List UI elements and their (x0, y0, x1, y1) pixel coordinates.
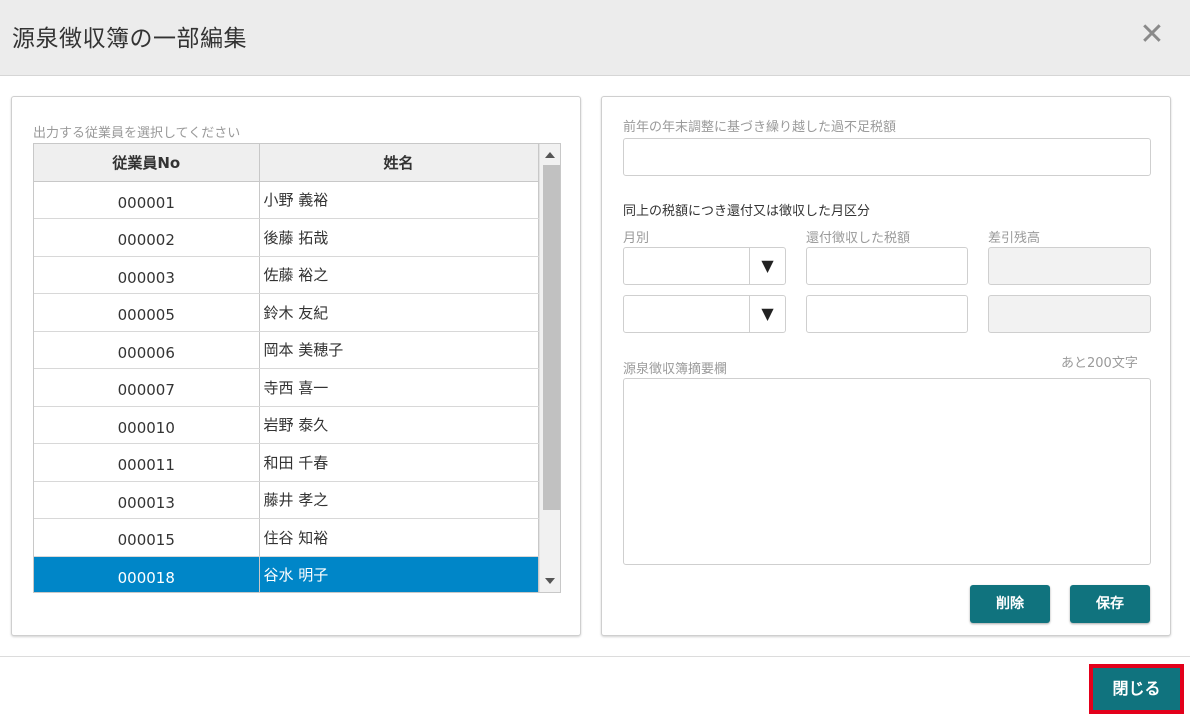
employee-name-cell[interactable]: 和田 千春 (259, 443, 539, 482)
scrollbar-thumb[interactable] (543, 165, 560, 510)
summary-char-counter: あと200文字 (1061, 356, 1138, 371)
employee-name-cell[interactable]: 寺西 喜一 (259, 368, 539, 407)
employee-no-cell[interactable]: 000010 (34, 406, 260, 444)
dialog-title: 源泉徴収簿の一部編集 (12, 26, 247, 52)
table-row[interactable]: 000018 谷水 明子 (34, 556, 539, 592)
employee-no-cell[interactable]: 000011 (34, 443, 260, 482)
table-scrollbar[interactable] (539, 144, 560, 592)
employee-name-cell[interactable]: 鈴木 友紀 (259, 293, 539, 332)
scroll-up-icon[interactable] (545, 152, 555, 158)
employee-no-cell[interactable]: 000015 (34, 518, 260, 557)
table-row[interactable]: 000011 和田 千春 (34, 443, 539, 482)
employee-name-cell[interactable]: 後藤 拓哉 (259, 218, 539, 257)
employee-table: 従業員No 姓名 000001 小野 義裕 000002 後藤 拓哉 000003 佐藤 … (34, 144, 539, 592)
table-header-row: 従業員No 姓名 (34, 144, 539, 182)
refund-amount-input-1[interactable] (806, 247, 968, 285)
employee-no-cell[interactable]: 000013 (34, 481, 260, 519)
employee-no-cell[interactable]: 000005 (34, 293, 260, 332)
month-column-label: 月別 (623, 231, 650, 246)
employee-table-body: 000001 小野 義裕 000002 後藤 拓哉 000003 佐藤 裕之 000005 鈴… (34, 181, 539, 592)
month-section-label: 同上の税額につき還付又は徴収した月区分 (623, 204, 871, 219)
month-select-2[interactable]: ▼ (623, 295, 786, 333)
delete-button[interactable]: 削除 (970, 585, 1050, 623)
close-button[interactable]: 閉じる (1089, 664, 1184, 714)
employee-no-cell[interactable]: 000001 (34, 181, 260, 219)
employee-panel: 出力する従業員を選択してください 従業員No 姓名 000001 小野 義裕 000… (11, 96, 581, 636)
balance-field-1 (988, 247, 1151, 285)
balance-field-2 (988, 295, 1151, 333)
column-header-no[interactable]: 従業員No (34, 144, 260, 182)
table-row[interactable]: 000005 鈴木 友紀 (34, 293, 539, 332)
chevron-down-icon[interactable]: ▼ (749, 248, 785, 284)
prev-year-label: 前年の年末調整に基づき繰り越した過不足税額 (623, 120, 897, 135)
employee-select-label: 出力する従業員を選択してください (33, 126, 241, 141)
employee-no-cell[interactable]: 000003 (34, 256, 260, 294)
table-row[interactable]: 000015 住谷 知裕 (34, 518, 539, 557)
employee-name-cell[interactable]: 岩野 泰久 (259, 406, 539, 444)
employee-no-cell[interactable]: 000002 (34, 218, 260, 257)
employee-name-cell[interactable]: 佐藤 裕之 (259, 256, 539, 294)
month-select-1[interactable]: ▼ (623, 247, 786, 285)
employee-name-cell[interactable]: 谷水 明子 (259, 556, 539, 592)
chevron-down-icon[interactable]: ▼ (749, 296, 785, 332)
employee-name-cell[interactable]: 藤井 孝之 (259, 481, 539, 519)
refund-column-label: 還付徴収した税額 (806, 231, 911, 246)
employee-no-cell[interactable]: 000006 (34, 331, 260, 369)
refund-amount-input-2[interactable] (806, 295, 968, 333)
employee-no-cell[interactable]: 000007 (34, 368, 260, 407)
employee-no-cell[interactable]: 000018 (34, 556, 260, 592)
table-row[interactable]: 000010 岩野 泰久 (34, 406, 539, 444)
table-row[interactable]: 000007 寺西 喜一 (34, 368, 539, 407)
summary-textarea[interactable] (623, 378, 1151, 565)
table-row[interactable]: 000001 小野 義裕 (34, 181, 539, 219)
employee-name-cell[interactable]: 小野 義裕 (259, 181, 539, 219)
summary-label: 源泉徴収簿摘要欄 (623, 362, 728, 377)
column-header-name[interactable]: 姓名 (259, 144, 539, 182)
save-button[interactable]: 保存 (1070, 585, 1150, 623)
footer-divider (0, 656, 1190, 657)
employee-name-cell[interactable]: 岡本 美穂子 (259, 331, 539, 369)
detail-panel: 前年の年末調整に基づき繰り越した過不足税額 同上の税額につき還付又は徴収した月区… (601, 96, 1171, 636)
table-row[interactable]: 000002 後藤 拓哉 (34, 218, 539, 257)
close-icon[interactable]: ✕ (1138, 20, 1166, 50)
employee-table-wrap: 従業員No 姓名 000001 小野 義裕 000002 後藤 拓哉 000003 佐藤 … (33, 143, 561, 593)
dialog-header: 源泉徴収簿の一部編集 ✕ (0, 0, 1190, 76)
prev-year-amount-input[interactable] (623, 138, 1151, 176)
balance-column-label: 差引残高 (988, 231, 1041, 246)
table-row[interactable]: 000006 岡本 美穂子 (34, 331, 539, 369)
table-row[interactable]: 000003 佐藤 裕之 (34, 256, 539, 294)
scroll-down-icon[interactable] (545, 578, 555, 584)
table-row[interactable]: 000013 藤井 孝之 (34, 481, 539, 519)
employee-name-cell[interactable]: 住谷 知裕 (259, 518, 539, 557)
